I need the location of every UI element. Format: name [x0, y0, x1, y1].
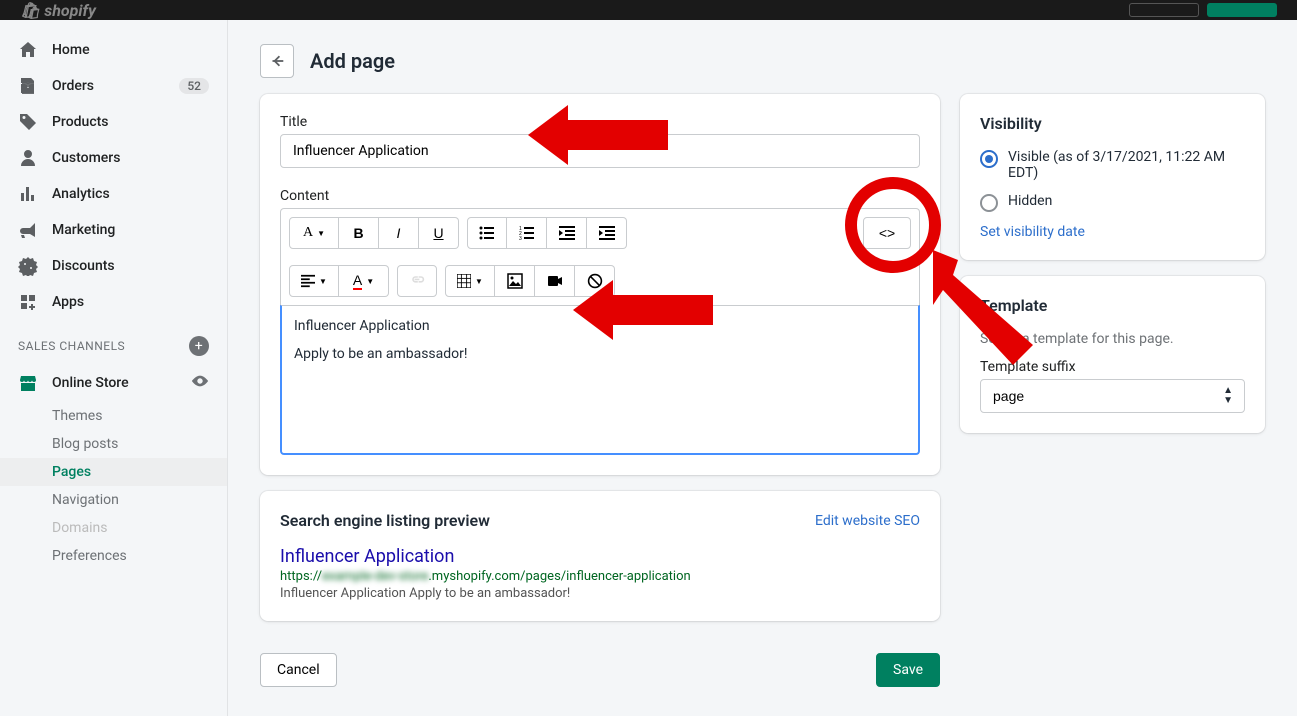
- orders-badge: 52: [179, 78, 209, 94]
- nav-label: Analytics: [52, 186, 209, 202]
- nav-home[interactable]: Home: [0, 32, 227, 68]
- content-label: Content: [280, 188, 920, 204]
- nav-discounts[interactable]: Discounts: [0, 248, 227, 284]
- nav-label: Marketing: [52, 222, 209, 238]
- italic-button[interactable]: I: [379, 217, 419, 249]
- visibility-card: Visibility Visible (as of 3/17/2021, 11:…: [960, 94, 1265, 260]
- store-icon: [18, 373, 38, 393]
- back-button[interactable]: [260, 44, 294, 78]
- topbar: 🛍 shopify: [0, 0, 1297, 20]
- underline-button[interactable]: U: [419, 217, 459, 249]
- image-button[interactable]: [495, 265, 535, 297]
- bold-button[interactable]: B: [339, 217, 379, 249]
- nav-online-store[interactable]: Online Store: [0, 364, 227, 402]
- nav-apps[interactable]: Apps: [0, 284, 227, 320]
- nav-analytics[interactable]: Analytics: [0, 176, 227, 212]
- set-visibility-date-link[interactable]: Set visibility date: [980, 224, 1085, 240]
- visibility-heading: Visibility: [980, 114, 1245, 133]
- seo-heading: Search engine listing preview: [280, 511, 490, 530]
- nav-label: Customers: [52, 150, 209, 166]
- template-heading: Template: [980, 296, 1245, 315]
- add-channel-button[interactable]: +: [189, 336, 209, 356]
- orders-icon: [18, 76, 38, 96]
- radio-icon: [980, 150, 998, 168]
- video-button[interactable]: [535, 265, 575, 297]
- arrow-left-icon: [268, 52, 286, 70]
- person-icon: [18, 148, 38, 168]
- content-line: Apply to be an ambassador!: [294, 346, 906, 362]
- nav-label: Orders: [52, 78, 165, 94]
- page-title: Add page: [310, 49, 395, 73]
- nav-label: Home: [52, 42, 209, 58]
- title-label: Title: [280, 114, 920, 130]
- edit-seo-link[interactable]: Edit website SEO: [815, 513, 920, 529]
- radio-icon: [980, 194, 998, 212]
- outdent-button[interactable]: [547, 217, 587, 249]
- seo-preview-title: Influencer Application: [280, 546, 920, 567]
- nav-navigation[interactable]: Navigation: [0, 486, 227, 514]
- home-icon: [18, 40, 38, 60]
- format-button[interactable]: A▼: [289, 217, 339, 249]
- title-input[interactable]: [280, 134, 920, 168]
- nav-pages[interactable]: Pages: [0, 458, 227, 486]
- template-help: Select a template for this page.: [980, 331, 1245, 347]
- sales-channels-section: SALES CHANNELS +: [0, 320, 227, 364]
- number-list-button[interactable]: 123: [507, 217, 547, 249]
- table-button[interactable]: ▼: [445, 265, 495, 297]
- cancel-button[interactable]: Cancel: [260, 653, 337, 687]
- nav-products[interactable]: Products: [0, 104, 227, 140]
- seo-card: Search engine listing preview Edit websi…: [260, 491, 940, 621]
- html-button[interactable]: <>: [863, 217, 911, 249]
- nav-label: Apps: [52, 294, 209, 310]
- main-content: Add page Title Content A▼ B I U: [228, 20, 1297, 716]
- tag-icon: [18, 112, 38, 132]
- nav-blog-posts[interactable]: Blog posts: [0, 430, 227, 458]
- view-store-icon[interactable]: [191, 372, 209, 394]
- discount-icon: [18, 256, 38, 276]
- page-editor-card: Title Content A▼ B I U 123: [260, 94, 940, 475]
- template-select[interactable]: page: [980, 379, 1245, 413]
- align-button[interactable]: ▼: [289, 265, 339, 297]
- save-button[interactable]: Save: [876, 653, 940, 687]
- bullet-list-button[interactable]: [467, 217, 507, 249]
- template-suffix-label: Template suffix: [980, 359, 1245, 375]
- visibility-visible[interactable]: Visible (as of 3/17/2021, 11:22 AM EDT): [980, 149, 1245, 181]
- apps-icon: [18, 292, 38, 312]
- nav-orders[interactable]: Orders 52: [0, 68, 227, 104]
- seo-preview-url: https://example-dev-store.myshopify.com/…: [280, 569, 920, 584]
- nav-domains[interactable]: Domains: [0, 514, 227, 542]
- svg-text:3: 3: [519, 236, 522, 241]
- nav-label: Products: [52, 114, 209, 130]
- visibility-hidden[interactable]: Hidden: [980, 193, 1245, 212]
- radio-label: Hidden: [1008, 193, 1052, 209]
- topbar-button-outline[interactable]: [1129, 3, 1199, 17]
- nav-preferences[interactable]: Preferences: [0, 542, 227, 570]
- editor-toolbar: A▼ B I U 123 <>: [280, 208, 920, 305]
- clear-format-button[interactable]: [575, 265, 615, 297]
- nav-customers[interactable]: Customers: [0, 140, 227, 176]
- nav-label: Online Store: [52, 375, 177, 391]
- content-line: Influencer Application: [294, 318, 906, 334]
- nav-label: Discounts: [52, 258, 209, 274]
- nav-marketing[interactable]: Marketing: [0, 212, 227, 248]
- content-editor[interactable]: Influencer Application Apply to be an am…: [280, 305, 920, 455]
- topbar-button-primary[interactable]: [1207, 3, 1277, 17]
- template-card: Template Select a template for this page…: [960, 276, 1265, 433]
- analytics-icon: [18, 184, 38, 204]
- seo-preview-desc: Influencer Application Apply to be an am…: [280, 586, 920, 601]
- indent-button[interactable]: [587, 217, 627, 249]
- link-button[interactable]: [397, 265, 437, 297]
- nav-themes[interactable]: Themes: [0, 402, 227, 430]
- brand-logo: 🛍 shopify: [20, 1, 96, 20]
- megaphone-icon: [18, 220, 38, 240]
- color-button[interactable]: A▼: [339, 265, 389, 297]
- radio-label: Visible (as of 3/17/2021, 11:22 AM EDT): [1008, 149, 1245, 181]
- sidebar: Home Orders 52 Products Customers Analyt…: [0, 20, 228, 716]
